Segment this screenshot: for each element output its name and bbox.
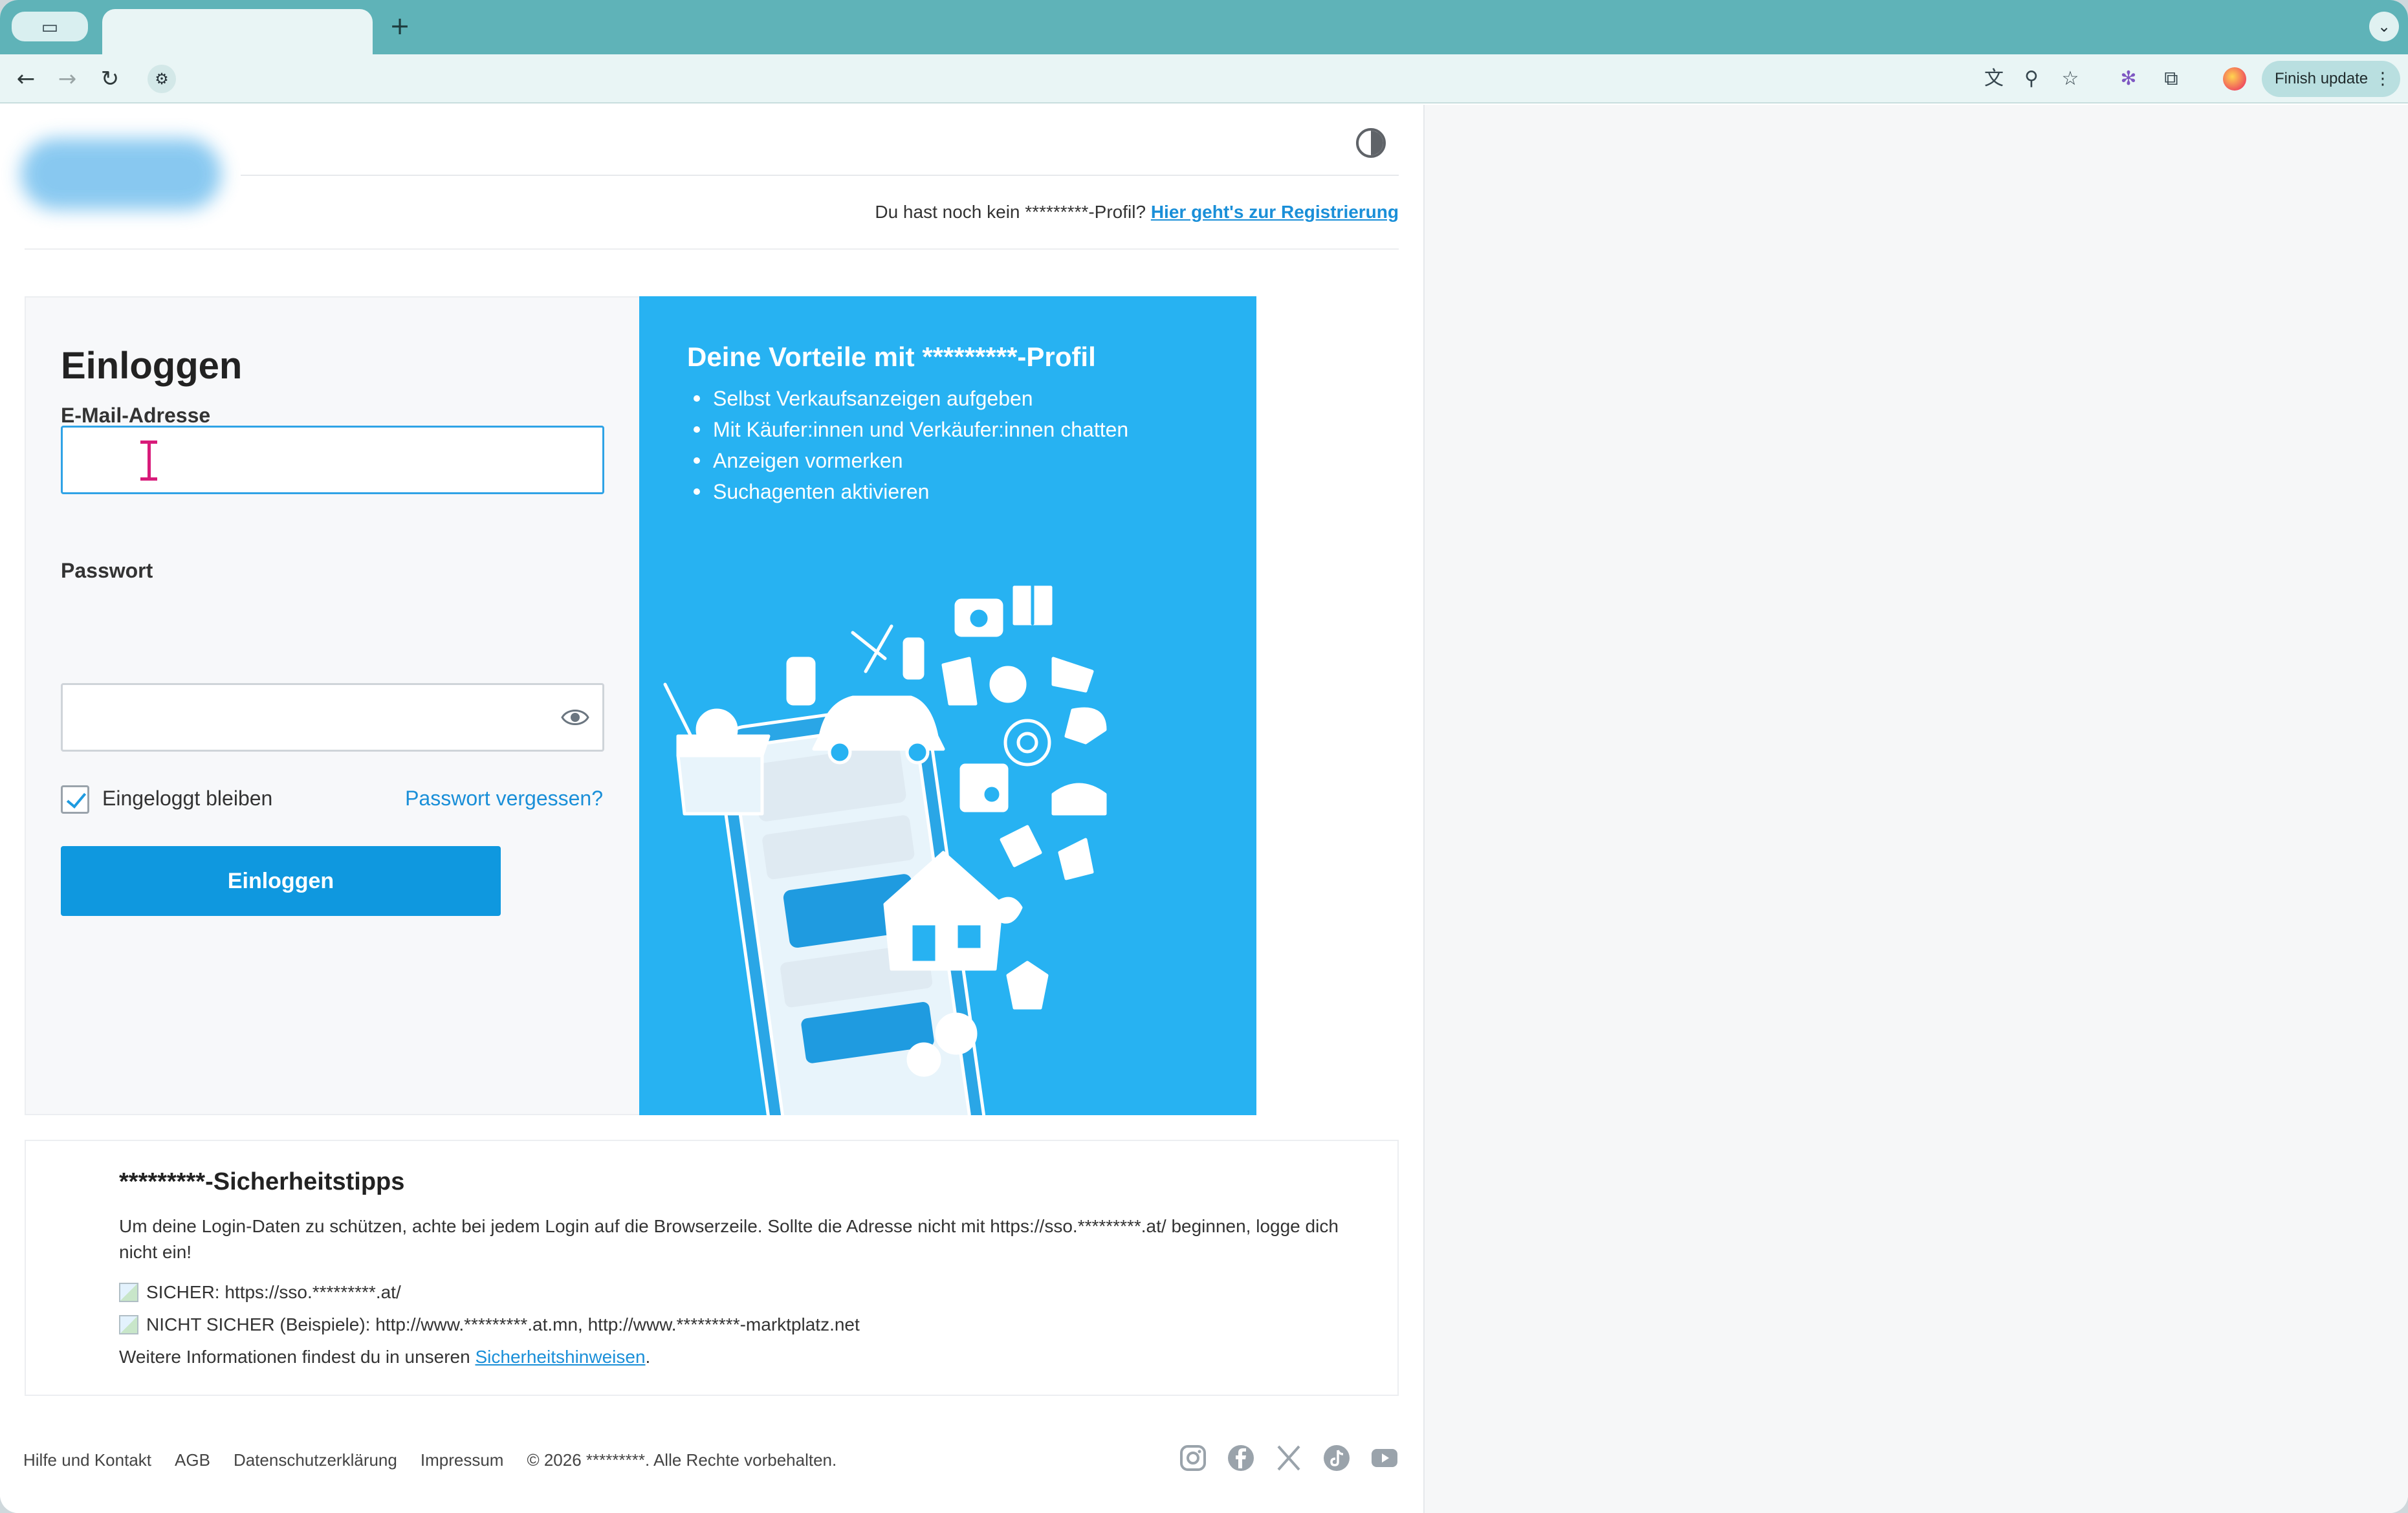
eye-icon[interactable] — [561, 706, 589, 729]
social-links — [1177, 1442, 1400, 1474]
copyright-text: © 2026 *********. Alle Rechte vorbehalte… — [527, 1450, 837, 1470]
site-logo[interactable] — [21, 138, 221, 210]
more-vert-icon: ⋮ — [2374, 69, 2391, 89]
reload-icon: ↻ — [100, 66, 120, 92]
text-cursor-icon — [140, 441, 157, 481]
login-form: Einloggen E-Mail-Adresse Passwort Eingel… — [25, 296, 640, 1115]
safe-example: SICHER: https://sso.*********.at/ — [119, 1282, 401, 1303]
remember-label: Eingeloggt bleiben — [102, 787, 273, 810]
translate-icon: 文 — [1984, 67, 2004, 90]
password-label: Passwort — [61, 559, 153, 582]
zoom-icon: ⚲ — [2024, 67, 2039, 90]
active-tab[interactable] — [102, 9, 373, 54]
login-title: Einloggen — [61, 345, 243, 387]
more-info-prefix: Weitere Informationen findest du in unse… — [119, 1347, 476, 1367]
image-placeholder-icon — [119, 1315, 138, 1334]
translate-button[interactable]: 文 — [1978, 63, 2009, 94]
security-more-info: Weitere Informationen findest du in unse… — [119, 1347, 650, 1367]
page-content: Du hast noch kein *********-Profil? Hier… — [0, 105, 1423, 1513]
contrast-toggle-icon[interactable] — [1356, 128, 1386, 158]
browser-window: ▭ + ⌄ ← → ↻ ⚙ 文 ⚲ ☆ ✻ ⧉ Finish update ⋮ … — [0, 0, 2408, 1513]
security-tips: *********-Sicherheitstipps Um deine Logi… — [25, 1140, 1399, 1396]
unsafe-example-text: NICHT SICHER (Beispiele): http://www.***… — [146, 1314, 860, 1334]
tab-strip: ▭ + ⌄ — [0, 0, 2408, 54]
youtube-icon[interactable] — [1369, 1442, 1400, 1474]
facebook-icon[interactable] — [1225, 1442, 1256, 1474]
benefits-title: Deine Vorteile mit *********-Profil — [687, 342, 1096, 372]
benefits-list: Selbst Verkaufsanzeigen aufgeben Mit Käu… — [687, 383, 1128, 507]
new-tab-button[interactable]: + — [386, 12, 414, 40]
unsafe-example: NICHT SICHER (Beispiele): http://www.***… — [119, 1314, 860, 1335]
tab-search-icon: ▭ — [41, 16, 59, 38]
footer-links: Hilfe und Kontakt AGB Datenschutzerkläru… — [23, 1450, 837, 1470]
extension-button[interactable]: ✻ — [2113, 63, 2144, 94]
tiktok-icon[interactable] — [1321, 1442, 1352, 1474]
forgot-password-link[interactable]: Passwort vergessen? — [405, 787, 603, 811]
more-info-suffix: . — [645, 1347, 651, 1367]
finish-update-button[interactable]: Finish update ⋮ — [2262, 61, 2400, 97]
benefit-item: Mit Käufer:innen und Verkäufer:innen cha… — [687, 414, 1128, 445]
remember-checkbox[interactable] — [61, 785, 89, 814]
star-icon: ☆ — [2061, 67, 2079, 90]
login-button[interactable]: Einloggen — [61, 846, 501, 916]
chevron-down-icon: ⌄ — [2377, 17, 2391, 36]
forward-button[interactable]: → — [52, 63, 83, 94]
footer-link-privacy[interactable]: Datenschutzerklärung — [234, 1450, 397, 1470]
image-placeholder-icon — [119, 1283, 138, 1302]
site-info-button[interactable]: ⚙ — [148, 65, 176, 93]
tab-list-button[interactable]: ⌄ — [2369, 12, 2399, 41]
password-field[interactable] — [61, 683, 604, 752]
bookmark-button[interactable]: ☆ — [2055, 63, 2086, 94]
empty-side-pane — [1423, 105, 2408, 1513]
register-prompt-text: Du hast noch kein *********-Profil? — [875, 202, 1146, 222]
tab-search-button[interactable]: ▭ — [12, 12, 88, 41]
profile-avatar[interactable] — [2223, 67, 2246, 91]
footer-link-imprint[interactable]: Impressum — [421, 1450, 504, 1470]
benefits-panel: Deine Vorteile mit *********-Profil Selb… — [639, 296, 1256, 1115]
extensions-menu-button[interactable]: ⧉ — [2156, 63, 2187, 94]
safe-example-text: SICHER: https://sso.*********.at/ — [146, 1282, 401, 1302]
zoom-button[interactable]: ⚲ — [2016, 63, 2047, 94]
email-field[interactable] — [61, 426, 604, 494]
header-divider-bottom — [25, 248, 1399, 250]
puzzle-icon: ⧉ — [2164, 67, 2178, 90]
x-icon[interactable] — [1273, 1442, 1304, 1474]
back-button[interactable]: ← — [10, 63, 41, 94]
register-link[interactable]: Hier geht's zur Registrierung — [1151, 202, 1399, 222]
extension-gear-icon: ✻ — [2120, 67, 2137, 90]
security-tips-body: Um deine Login-Daten zu schützen, achte … — [119, 1216, 1339, 1262]
marketplace-illustration — [663, 570, 1107, 1115]
benefit-item: Suchagenten aktivieren — [687, 476, 1128, 507]
finish-update-label: Finish update — [2275, 70, 2369, 87]
reload-button[interactable]: ↻ — [94, 63, 126, 94]
email-label: E-Mail-Adresse — [61, 404, 211, 427]
footer-link-agb[interactable]: AGB — [175, 1450, 210, 1470]
benefit-item: Anzeigen vormerken — [687, 445, 1128, 476]
footer-link-help[interactable]: Hilfe und Kontakt — [23, 1450, 151, 1470]
header-divider — [241, 175, 1399, 176]
benefit-item: Selbst Verkaufsanzeigen aufgeben — [687, 383, 1128, 414]
arrow-right-icon: → — [58, 66, 77, 92]
browser-toolbar: ← → ↻ ⚙ 文 ⚲ ☆ ✻ ⧉ Finish update ⋮ — [0, 54, 2408, 103]
register-prompt: Du hast noch kein *********-Profil? Hier… — [875, 202, 1399, 223]
security-tips-title: *********-Sicherheitstipps — [119, 1168, 405, 1195]
address-bar[interactable]: ⚙ — [137, 61, 2220, 97]
arrow-left-icon: ← — [16, 66, 36, 92]
tune-icon: ⚙ — [155, 70, 169, 88]
security-info-link[interactable]: Sicherheitshinweisen — [475, 1347, 645, 1367]
instagram-icon[interactable] — [1177, 1442, 1209, 1474]
